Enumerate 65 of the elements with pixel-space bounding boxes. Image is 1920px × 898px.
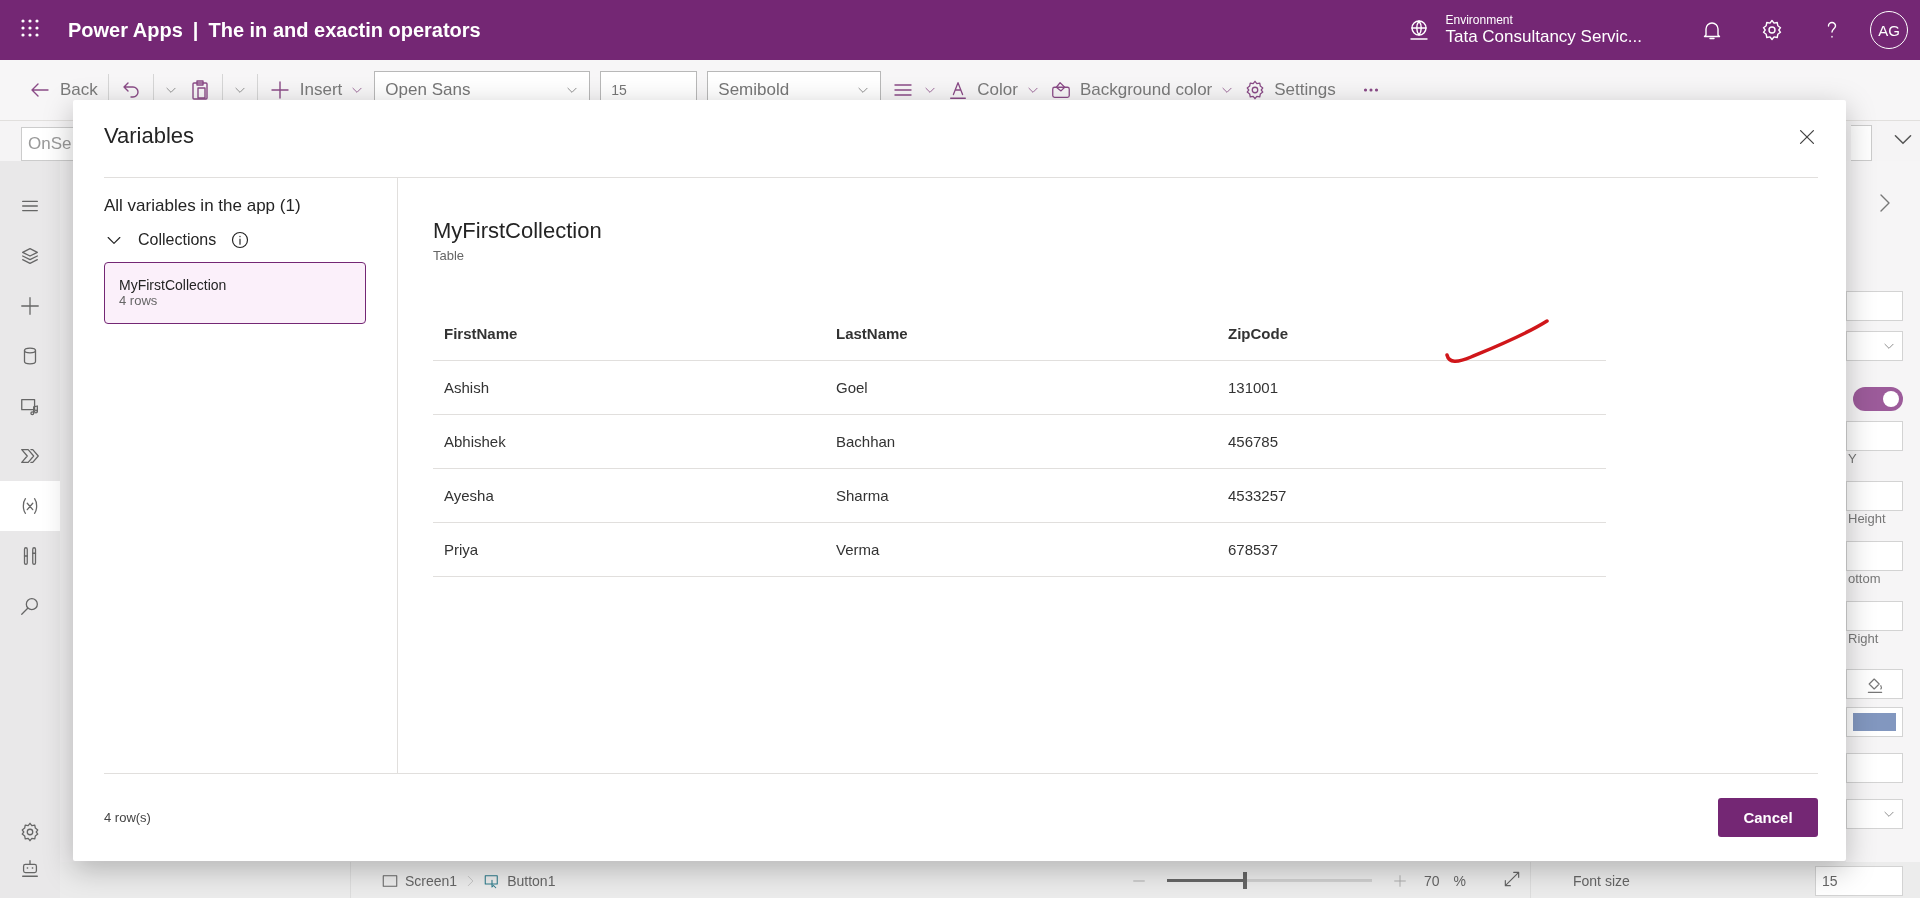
search-icon[interactable]	[19, 595, 41, 617]
property-label: Height	[1847, 511, 1887, 528]
property-label: Y	[1847, 451, 1858, 468]
title-separator: |	[192, 18, 199, 42]
table-cell-text: 131001	[1227, 379, 1280, 396]
column-header: ZipCode	[1227, 325, 1289, 342]
info-icon[interactable]	[230, 230, 251, 250]
settings-icon[interactable]	[1760, 18, 1784, 42]
table-cell-text: Ayesha	[443, 487, 495, 504]
settings-button[interactable]: Settings	[1244, 79, 1336, 101]
column-header: FirstName	[443, 325, 519, 342]
column-header: LastName	[835, 325, 909, 342]
nav-rail-button[interactable]	[0, 481, 60, 531]
property-label: ottom	[1847, 571, 1882, 588]
zoom-slider[interactable]	[1166, 872, 1372, 889]
table-cell-text: Verma	[835, 541, 881, 558]
collection-type: Table	[433, 248, 466, 263]
color-button[interactable]: Color	[947, 79, 1040, 101]
collection-item[interactable]: MyFirstCollection 4 rows	[104, 262, 366, 324]
font-size-field[interactable]: 15	[1815, 865, 1903, 896]
section-heading: All variables in the app (1)	[104, 196, 302, 216]
table-cell-text: Priya	[443, 541, 480, 558]
screen-breadcrumb[interactable]: Screen1	[381, 871, 458, 890]
environment-name[interactable]: Tata Consultancy Servic...	[1445, 27, 1642, 47]
cancel-button[interactable]: Cancel	[1718, 798, 1818, 837]
table-cell-text: 4533257	[1227, 487, 1288, 504]
table-cell-text: Ashish	[443, 379, 491, 396]
toggle-switch[interactable]	[1853, 387, 1903, 411]
plus-icon[interactable]	[19, 295, 41, 317]
document-title: The in and exactin operators	[208, 18, 481, 42]
table-cell-text: Sharma	[835, 487, 890, 504]
property-field[interactable]	[1846, 421, 1903, 451]
property-field[interactable]	[1846, 753, 1903, 783]
background-color-button[interactable]: Background color	[1049, 79, 1235, 101]
robot-icon[interactable]	[19, 857, 41, 879]
property-field[interactable]	[1846, 481, 1903, 511]
property-field[interactable]	[1846, 541, 1903, 571]
formula-field[interactable]	[1851, 125, 1872, 161]
table-cell-text: Abhishek	[443, 433, 507, 450]
collections-group-toggle[interactable]: Collections	[104, 230, 397, 250]
table-cell-text: 456785	[1227, 433, 1280, 450]
dialog-title: Variables	[104, 122, 195, 149]
color-swatch-button[interactable]	[1846, 707, 1903, 737]
settings-icon[interactable]	[19, 821, 41, 843]
zoom-unit: %	[1453, 872, 1466, 889]
control-breadcrumb[interactable]: Button1	[483, 871, 556, 890]
property-field[interactable]	[1846, 291, 1903, 321]
table-cell-text: Bachhan	[835, 433, 897, 450]
fill-color-button[interactable]	[1846, 669, 1903, 699]
collection-name: MyFirstCollection	[433, 218, 603, 244]
font-size-label: Font size	[1573, 872, 1630, 889]
table-cell-text: Goel	[835, 379, 869, 396]
row-count: 4 row(s)	[104, 810, 151, 825]
property-label: Right	[1847, 631, 1880, 648]
layers-icon[interactable]	[19, 245, 41, 267]
environment-label: Environment	[1445, 13, 1514, 27]
app-name: Power Apps	[68, 18, 183, 42]
zoom-value: 70	[1423, 872, 1440, 889]
property-field[interactable]: OnSe	[21, 127, 73, 161]
fill-icon[interactable]	[1049, 79, 1072, 101]
expand-icon[interactable]	[1502, 869, 1522, 889]
back-button[interactable]: Back	[28, 78, 98, 102]
property-field[interactable]	[1846, 601, 1903, 631]
insert-button[interactable]: Insert	[267, 78, 365, 102]
table-cell-text: 678537	[1227, 541, 1280, 558]
